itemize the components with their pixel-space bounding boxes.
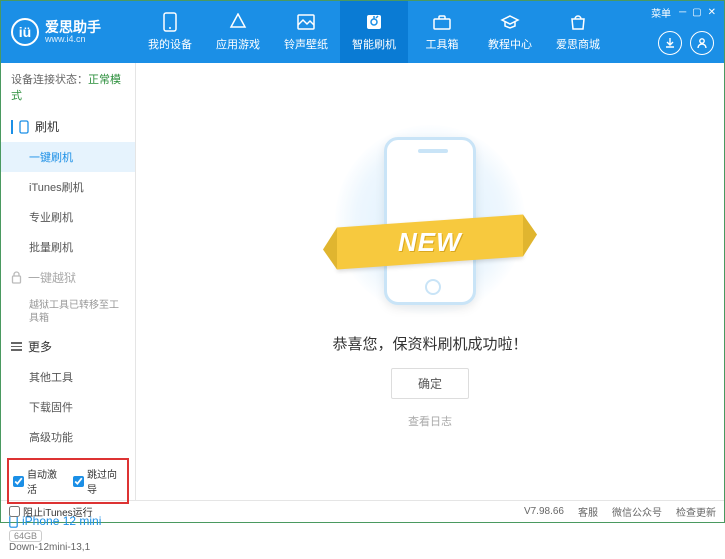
app-header: iü 爱思助手 www.i4.cn 我的设备 应用游戏 铃声壁纸 智能刷机 工具… [1,1,724,63]
jailbreak-note: 越狱工具已转移至工具箱 [1,293,135,331]
nav-label: 应用游戏 [216,36,260,52]
app-title: 爱思助手 [45,20,101,34]
app-url: www.i4.cn [45,34,101,44]
confirm-button[interactable]: 确定 [391,368,469,399]
phone-icon [160,12,180,32]
user-button[interactable] [690,31,714,55]
footer-wechat-link[interactable]: 微信公众号 [612,504,662,519]
nav-apps-games[interactable]: 应用游戏 [204,1,272,63]
tutorial-icon [500,12,520,32]
section-label: 一键越狱 [28,269,76,286]
flash-icon [364,12,384,32]
sidebar-item-advanced[interactable]: 高级功能 [1,422,135,452]
checkbox-block-itunes[interactable]: 阻止iTunes运行 [9,504,93,519]
nav-label: 智能刷机 [352,36,396,52]
section-label: 更多 [28,338,52,355]
view-log-link[interactable]: 查看日志 [408,413,452,429]
device-detail: Down-12mini-13,1 [9,542,127,553]
ribbon-text: NEW [398,226,462,257]
section-flash[interactable]: 刷机 [1,111,135,142]
sidebar-item-batch-flash[interactable]: 批量刷机 [1,232,135,262]
nav-store[interactable]: 爱思商城 [544,1,612,63]
checkbox-auto-activate[interactable]: 自动激活 [13,466,63,496]
minimize-icon[interactable]: ─ [679,7,686,18]
options-highlight-box: 自动激活 跳过向导 [7,458,129,504]
sidebar-item-download-firmware[interactable]: 下载固件 [1,392,135,422]
sidebar-item-pro-flash[interactable]: 专业刷机 [1,202,135,232]
nav-ringtone-wallpaper[interactable]: 铃声壁纸 [272,1,340,63]
toolbox-icon [432,12,452,32]
close-icon[interactable]: ✕ [708,7,716,18]
download-button[interactable] [658,31,682,55]
main-content: NEW 恭喜您，保资料刷机成功啦！ 确定 查看日志 [136,63,724,500]
phone-small-icon [19,120,29,134]
success-message: 恭喜您，保资料刷机成功啦！ [332,333,527,354]
nav-label: 我的设备 [148,36,192,52]
store-icon [568,12,588,32]
nav-label: 爱思商城 [556,36,600,52]
footer-service-link[interactable]: 客服 [578,504,598,519]
window-controls: 菜单 ─ ▢ ✕ [651,5,716,20]
nav-smart-flash[interactable]: 智能刷机 [340,1,408,63]
sidebar: 设备连接状态：正常模式 刷机 一键刷机 iTunes刷机 专业刷机 批量刷机 一… [1,63,136,500]
nav-tutorials[interactable]: 教程中心 [476,1,544,63]
storage-badge: 64GB [9,530,42,542]
sidebar-item-itunes-flash[interactable]: iTunes刷机 [1,172,135,202]
section-label: 刷机 [35,118,59,135]
menu-label[interactable]: 菜单 [651,5,671,20]
nav-label: 教程中心 [488,36,532,52]
lock-icon [11,271,22,284]
section-jailbreak: 一键越狱 [1,262,135,293]
version-label: V7.98.66 [524,506,564,517]
sidebar-item-other-tools[interactable]: 其他工具 [1,362,135,392]
hamburger-icon [11,342,22,351]
main-nav: 我的设备 应用游戏 铃声壁纸 智能刷机 工具箱 教程中心 爱思商城 [136,1,612,63]
section-more[interactable]: 更多 [1,331,135,362]
nav-my-device[interactable]: 我的设备 [136,1,204,63]
connection-status: 设备连接状态：正常模式 [1,63,135,111]
nav-label: 铃声壁纸 [284,36,328,52]
logo-icon: iü [11,18,39,46]
apps-icon [228,12,248,32]
nav-label: 工具箱 [426,36,459,52]
sidebar-item-oneclick-flash[interactable]: 一键刷机 [1,142,135,172]
wallpaper-icon [296,12,316,32]
logo-area: iü 爱思助手 www.i4.cn [1,18,136,46]
nav-toolbox[interactable]: 工具箱 [408,1,476,63]
success-illustration: NEW [355,135,505,315]
footer-update-link[interactable]: 检查更新 [676,504,716,519]
checkbox-skip-guide[interactable]: 跳过向导 [73,466,123,496]
maximize-icon[interactable]: ▢ [692,7,701,18]
